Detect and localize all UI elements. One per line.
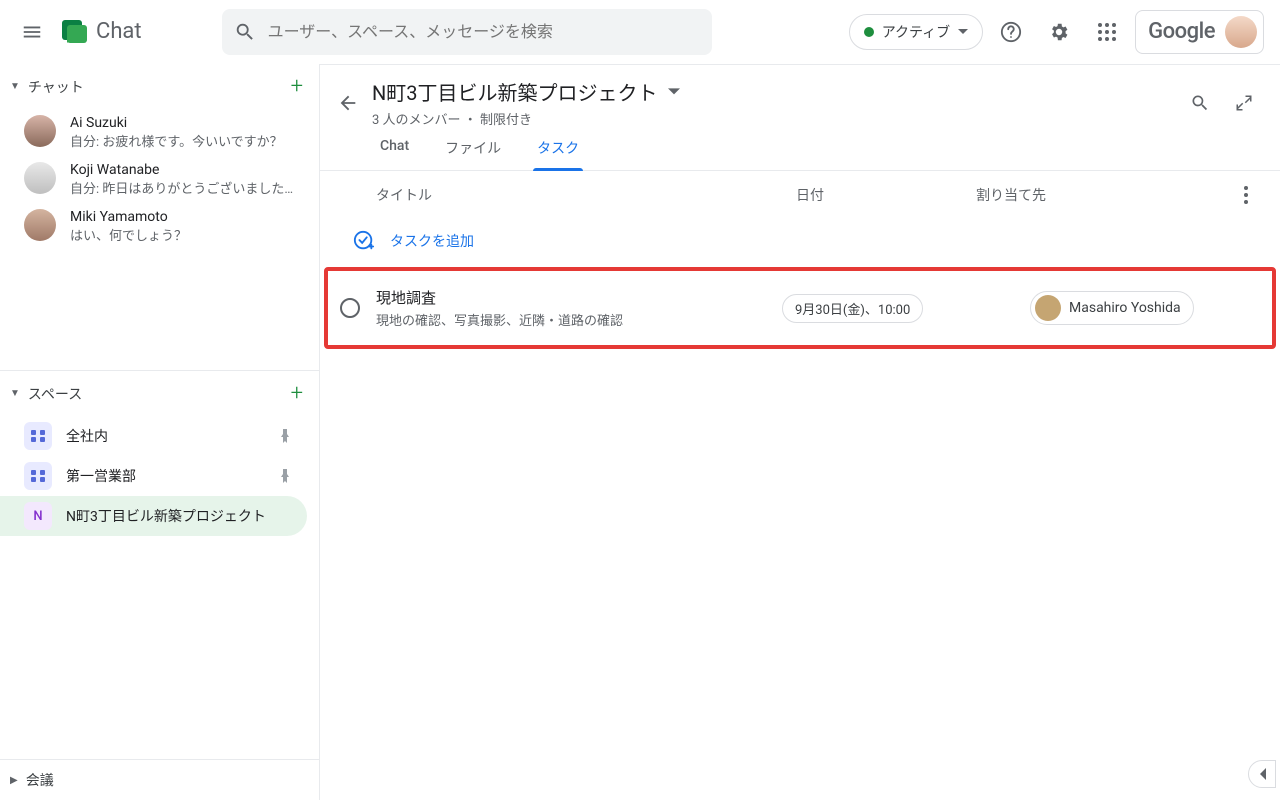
- space-icon: N: [24, 502, 52, 530]
- avatar-icon: [24, 162, 56, 194]
- pin-icon: [279, 469, 291, 483]
- add-task-icon: [352, 229, 376, 253]
- user-avatar[interactable]: [1225, 16, 1257, 48]
- space-header: N町3丁目ビル新築プロジェクト 3 人のメンバー ・ 制限付き: [320, 65, 1280, 128]
- search-bar[interactable]: [222, 9, 712, 55]
- main-content: N町3丁目ビル新築プロジェクト 3 人のメンバー ・ 制限付き Chat ファイ…: [320, 64, 1280, 800]
- task-row[interactable]: 現地調査 現地の確認、写真撮影、近隣・道路の確認 9月30日(金)、10:00 …: [340, 287, 1260, 329]
- space-icon: [24, 462, 52, 490]
- task-assignee-chip[interactable]: Masahiro Yoshida: [1030, 291, 1194, 325]
- section-label: 会議: [26, 770, 54, 790]
- dm-item[interactable]: Ai Suzuki 自分: お疲れ様です。今いいですか？: [0, 109, 319, 156]
- app-logo[interactable]: Chat: [60, 18, 142, 46]
- status-dot-icon: [864, 27, 874, 37]
- space-tabs: Chat ファイル タスク: [320, 138, 1280, 171]
- space-search-button[interactable]: [1180, 83, 1220, 123]
- account-switcher[interactable]: Google: [1135, 10, 1264, 54]
- chevron-down-icon: [958, 27, 968, 37]
- gear-icon: [1048, 21, 1070, 43]
- avatar-icon: [24, 115, 56, 147]
- space-name: N町3丁目ビル新築プロジェクト: [66, 506, 291, 526]
- avatar-icon: [24, 209, 56, 241]
- dm-name: Koji Watanabe: [70, 162, 293, 178]
- section-label: スペース: [28, 384, 82, 404]
- app-name: Chat: [96, 19, 142, 44]
- assignee-avatar-icon: [1035, 295, 1061, 321]
- back-button[interactable]: [328, 83, 368, 123]
- space-name: 第一営業部: [66, 466, 265, 486]
- space-icon: [24, 422, 52, 450]
- app-header: Chat アクティブ Google: [0, 0, 1280, 64]
- dm-preview: 自分: 昨日はありがとうございました…: [70, 178, 293, 197]
- column-date: 日付: [796, 185, 976, 205]
- status-label: アクティブ: [882, 22, 950, 42]
- pin-icon: [279, 429, 291, 443]
- dm-preview: はい、何でしょう？: [70, 225, 187, 244]
- help-button[interactable]: [991, 12, 1031, 52]
- highlighted-task: 現地調査 現地の確認、写真撮影、近隣・道路の確認 9月30日(金)、10:00 …: [324, 267, 1276, 349]
- collapse-icon: [1235, 94, 1253, 112]
- section-label: チャット: [28, 77, 84, 97]
- space-title: N町3丁目ビル新築プロジェクト: [372, 77, 658, 106]
- task-date-chip[interactable]: 9月30日(金)、10:00: [782, 294, 923, 323]
- task-list-more-button[interactable]: [1236, 186, 1256, 204]
- space-item-active[interactable]: N N町3丁目ビル新築プロジェクト: [0, 496, 307, 536]
- task-title: 現地調査: [376, 287, 782, 308]
- dm-item[interactable]: Koji Watanabe 自分: 昨日はありがとうございました…: [0, 156, 319, 203]
- assignee-name: Masahiro Yoshida: [1069, 300, 1181, 316]
- column-title: タイトル: [376, 185, 796, 205]
- tab-chat[interactable]: Chat: [376, 138, 413, 170]
- task-complete-checkbox[interactable]: [340, 298, 360, 318]
- add-task-button[interactable]: タスクを追加: [320, 219, 1280, 263]
- search-icon: [234, 21, 256, 43]
- new-space-button[interactable]: +: [291, 381, 303, 406]
- task-column-headers: タイトル 日付 割り当て先: [320, 171, 1280, 219]
- dm-name: Ai Suzuki: [70, 115, 283, 131]
- sidebar: ▼ チャット + Ai Suzuki 自分: お疲れ様です。今いいですか？ Ko…: [0, 64, 320, 800]
- chevron-left-icon: [1258, 768, 1266, 780]
- space-name: 全社内: [66, 426, 265, 446]
- side-panel-toggle[interactable]: [1248, 760, 1276, 788]
- chevron-down-icon[interactable]: [668, 86, 680, 98]
- group-icon: [30, 428, 46, 444]
- sidebar-section-meet-header[interactable]: ▶ 会議: [0, 759, 319, 800]
- collapse-icon: ▼: [10, 81, 20, 92]
- arrow-left-icon: [337, 92, 359, 114]
- dm-item[interactable]: Miki Yamamoto はい、何でしょう？: [0, 203, 319, 250]
- tab-files[interactable]: ファイル: [441, 138, 505, 170]
- collapse-panel-button[interactable]: [1224, 83, 1264, 123]
- expand-icon: ▶: [10, 775, 18, 786]
- sidebar-section-chats-header[interactable]: ▼ チャット +: [0, 64, 319, 109]
- chat-logo-icon: [60, 18, 88, 46]
- presence-status-button[interactable]: アクティブ: [849, 14, 983, 50]
- settings-button[interactable]: [1039, 12, 1079, 52]
- search-input[interactable]: [268, 22, 700, 41]
- space-item[interactable]: 第一営業部: [0, 456, 307, 496]
- space-item[interactable]: 全社内: [0, 416, 307, 456]
- hamburger-icon: [21, 21, 43, 43]
- space-subtitle: 3 人のメンバー ・ 制限付き: [372, 109, 1180, 128]
- dm-name: Miki Yamamoto: [70, 209, 187, 225]
- more-vert-icon: [1244, 186, 1248, 204]
- task-description: 現地の確認、写真撮影、近隣・道路の確認: [376, 310, 782, 329]
- help-icon: [1000, 21, 1022, 43]
- google-logo-text: Google: [1148, 19, 1215, 44]
- sidebar-section-spaces-header[interactable]: ▼ スペース +: [0, 371, 319, 416]
- column-assignee: 割り当て先: [976, 185, 1236, 205]
- search-icon: [1190, 93, 1210, 113]
- header-actions: アクティブ Google: [849, 10, 1272, 54]
- new-chat-button[interactable]: +: [291, 74, 303, 99]
- add-task-label: タスクを追加: [390, 231, 474, 251]
- dm-preview: 自分: お疲れ様です。今いいですか？: [70, 131, 283, 150]
- apps-grid-icon: [1097, 22, 1117, 42]
- apps-button[interactable]: [1087, 12, 1127, 52]
- collapse-icon: ▼: [10, 388, 20, 399]
- main-menu-button[interactable]: [8, 8, 56, 56]
- group-icon: [30, 468, 46, 484]
- tab-tasks[interactable]: タスク: [533, 138, 583, 170]
